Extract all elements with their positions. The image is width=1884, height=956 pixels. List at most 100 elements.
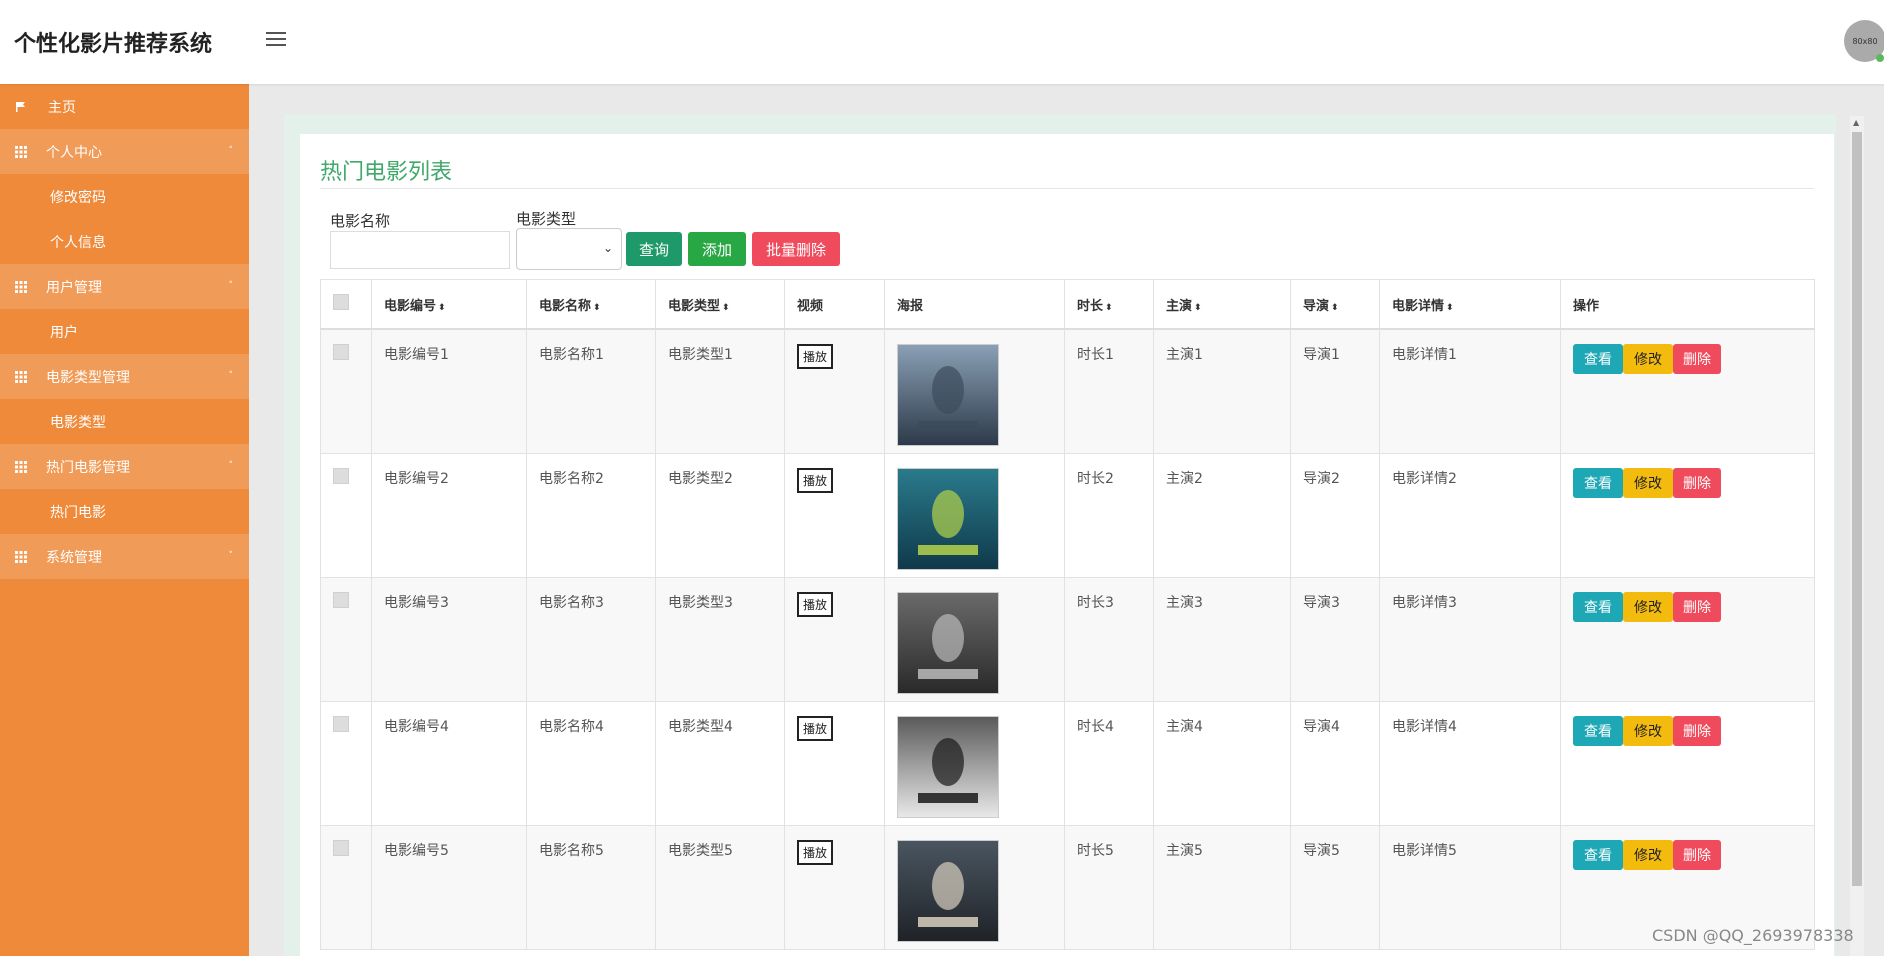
grid-icon bbox=[14, 280, 28, 294]
column-header: 操作 bbox=[1560, 279, 1815, 330]
sidebar-item-2[interactable]: 个人信息 bbox=[0, 219, 249, 264]
row-checkbox[interactable] bbox=[333, 839, 349, 856]
movie-id-cell: 电影编号4 bbox=[371, 700, 527, 826]
movie-type-cell: 电影类型2 bbox=[655, 452, 785, 578]
add-button[interactable]: 添加 bbox=[688, 232, 746, 266]
director-cell: 导演1 bbox=[1290, 328, 1380, 454]
row-select-cell bbox=[320, 328, 372, 454]
sidebar-item-7[interactable]: 热门电影管理 ˄ bbox=[0, 444, 249, 489]
column-header[interactable]: 时长 ⬍ bbox=[1064, 279, 1154, 330]
menu-toggle-icon[interactable] bbox=[266, 32, 286, 48]
caret-icon: ˄ bbox=[228, 461, 234, 471]
flag-icon bbox=[14, 100, 28, 114]
view-button[interactable]: 查看 bbox=[1573, 467, 1623, 498]
sidebar-item-label: 个人信息 bbox=[50, 234, 106, 251]
delete-button[interactable]: 删除 bbox=[1673, 715, 1721, 746]
video-cell: 播放 bbox=[784, 824, 885, 950]
online-status-dot bbox=[1876, 54, 1884, 62]
row-checkbox[interactable] bbox=[333, 715, 349, 732]
delete-button[interactable]: 删除 bbox=[1673, 591, 1721, 622]
actor-cell: 主演4 bbox=[1153, 700, 1291, 826]
row-checkbox[interactable] bbox=[333, 591, 349, 608]
query-button[interactable]: 查询 bbox=[626, 232, 682, 266]
movie-type-cell: 电影类型3 bbox=[655, 576, 785, 702]
actor-cell: 主演2 bbox=[1153, 452, 1291, 578]
play-button[interactable]: 播放 bbox=[797, 467, 834, 493]
play-button[interactable]: 播放 bbox=[797, 344, 834, 369]
grid-icon bbox=[14, 550, 28, 564]
view-button[interactable]: 查看 bbox=[1573, 839, 1623, 870]
select-all-checkbox[interactable] bbox=[333, 294, 349, 310]
sidebar-item-6[interactable]: 电影类型 bbox=[0, 399, 249, 444]
batch-delete-button[interactable]: 批量删除 bbox=[752, 232, 840, 266]
movie-type-select[interactable]: ⌄ bbox=[516, 228, 622, 270]
play-button[interactable]: 播放 bbox=[797, 839, 834, 865]
sidebar: 主页 个人中心 ˄ 修改密码 个人信息 用户管理 ˄ 用户 电影类型管理 ˄ 电影类型 热门电影管理… bbox=[0, 84, 249, 956]
play-button[interactable]: 播放 bbox=[797, 591, 834, 617]
movie-name-cell: 电影名称2 bbox=[526, 452, 656, 578]
delete-button[interactable]: 删除 bbox=[1673, 839, 1721, 870]
sidebar-item-label: 热门电影 bbox=[50, 504, 106, 521]
sidebar-item-5[interactable]: 电影类型管理 ˄ bbox=[0, 354, 249, 399]
detail-cell: 电影详情5 bbox=[1379, 824, 1561, 950]
edit-button[interactable]: 修改 bbox=[1623, 839, 1673, 870]
detail-cell: 电影详情1 bbox=[1379, 328, 1561, 454]
column-header[interactable]: 电影编号 ⬍ bbox=[371, 279, 527, 330]
sort-icon: ⬍ bbox=[1194, 302, 1202, 313]
sidebar-item-9[interactable]: 系统管理 ˅ bbox=[0, 534, 249, 579]
duration-cell: 时长3 bbox=[1064, 576, 1154, 702]
grid-icon bbox=[14, 370, 28, 384]
sidebar-item-label: 热门电影管理 bbox=[46, 459, 130, 476]
column-header[interactable]: 导演 ⬍ bbox=[1290, 279, 1380, 330]
director-cell: 导演3 bbox=[1290, 576, 1380, 702]
table-header-row: 电影编号 ⬍ 电影名称 ⬍ 电影类型 ⬍ 视频 海报 时长 ⬍ 主演 ⬍ 导演 ⬍ 电影详情… bbox=[320, 279, 1815, 330]
column-header[interactable]: 电影详情 ⬍ bbox=[1379, 279, 1561, 330]
delete-button[interactable]: 删除 bbox=[1673, 344, 1721, 374]
table-row: 电影编号3 电影名称3 电影类型3 播放 时长3 主演3 导演3 电影详情3 查看 修改 删除 bbox=[320, 576, 1815, 702]
scrollbar-thumb[interactable] bbox=[1852, 132, 1862, 886]
sidebar-item-0[interactable]: 个人中心 ˄ bbox=[0, 129, 249, 174]
row-select-cell bbox=[320, 824, 372, 950]
view-button[interactable]: 查看 bbox=[1573, 591, 1623, 622]
movie-id-cell: 电影编号1 bbox=[371, 328, 527, 454]
edit-button[interactable]: 修改 bbox=[1623, 591, 1673, 622]
video-cell: 播放 bbox=[784, 576, 885, 702]
view-button[interactable]: 查看 bbox=[1573, 715, 1623, 746]
select-all-header[interactable] bbox=[320, 279, 372, 330]
director-cell: 导演4 bbox=[1290, 700, 1380, 826]
movie-type-cell: 电影类型1 bbox=[655, 328, 785, 454]
column-header[interactable]: 电影名称 ⬍ bbox=[526, 279, 656, 330]
duration-cell: 时长2 bbox=[1064, 452, 1154, 578]
view-button[interactable]: 查看 bbox=[1573, 344, 1623, 374]
edit-button[interactable]: 修改 bbox=[1623, 344, 1673, 374]
sidebar-item-8[interactable]: 热门电影 bbox=[0, 489, 249, 534]
edit-button[interactable]: 修改 bbox=[1623, 715, 1673, 746]
scroll-up-icon[interactable]: ▲ bbox=[1853, 118, 1859, 127]
actions-cell: 查看 修改 删除 bbox=[1560, 328, 1815, 454]
actor-cell: 主演5 bbox=[1153, 824, 1291, 950]
sidebar-item-home[interactable]: 主页 bbox=[0, 84, 249, 129]
row-checkbox[interactable] bbox=[333, 344, 349, 360]
column-header[interactable]: 主演 ⬍ bbox=[1153, 279, 1291, 330]
sort-icon: ⬍ bbox=[1446, 302, 1454, 313]
sidebar-item-1[interactable]: 修改密码 bbox=[0, 174, 249, 219]
grid-icon bbox=[14, 145, 28, 159]
duration-cell: 时长5 bbox=[1064, 824, 1154, 950]
video-cell: 播放 bbox=[784, 328, 885, 454]
movie-name-input[interactable] bbox=[330, 231, 510, 269]
play-button[interactable]: 播放 bbox=[797, 715, 834, 741]
scrollbar[interactable]: ▲ bbox=[1850, 116, 1864, 956]
row-checkbox[interactable] bbox=[333, 467, 349, 484]
sidebar-item-label: 电影类型 bbox=[50, 414, 106, 431]
movies-table: 电影编号 ⬍ 电影名称 ⬍ 电影类型 ⬍ 视频 海报 时长 ⬍ 主演 ⬍ 导演 ⬍ 电影详情… bbox=[320, 279, 1815, 950]
director-cell: 导演5 bbox=[1290, 824, 1380, 950]
edit-button[interactable]: 修改 bbox=[1623, 467, 1673, 498]
delete-button[interactable]: 删除 bbox=[1673, 467, 1721, 498]
grid-icon bbox=[14, 460, 28, 474]
sidebar-item-4[interactable]: 用户 bbox=[0, 309, 249, 354]
column-header[interactable]: 电影类型 ⬍ bbox=[655, 279, 785, 330]
sidebar-item-3[interactable]: 用户管理 ˄ bbox=[0, 264, 249, 309]
page-title: 热门电影列表 bbox=[320, 160, 453, 185]
sidebar-item-label: 电影类型管理 bbox=[46, 369, 130, 386]
actor-cell: 主演3 bbox=[1153, 576, 1291, 702]
